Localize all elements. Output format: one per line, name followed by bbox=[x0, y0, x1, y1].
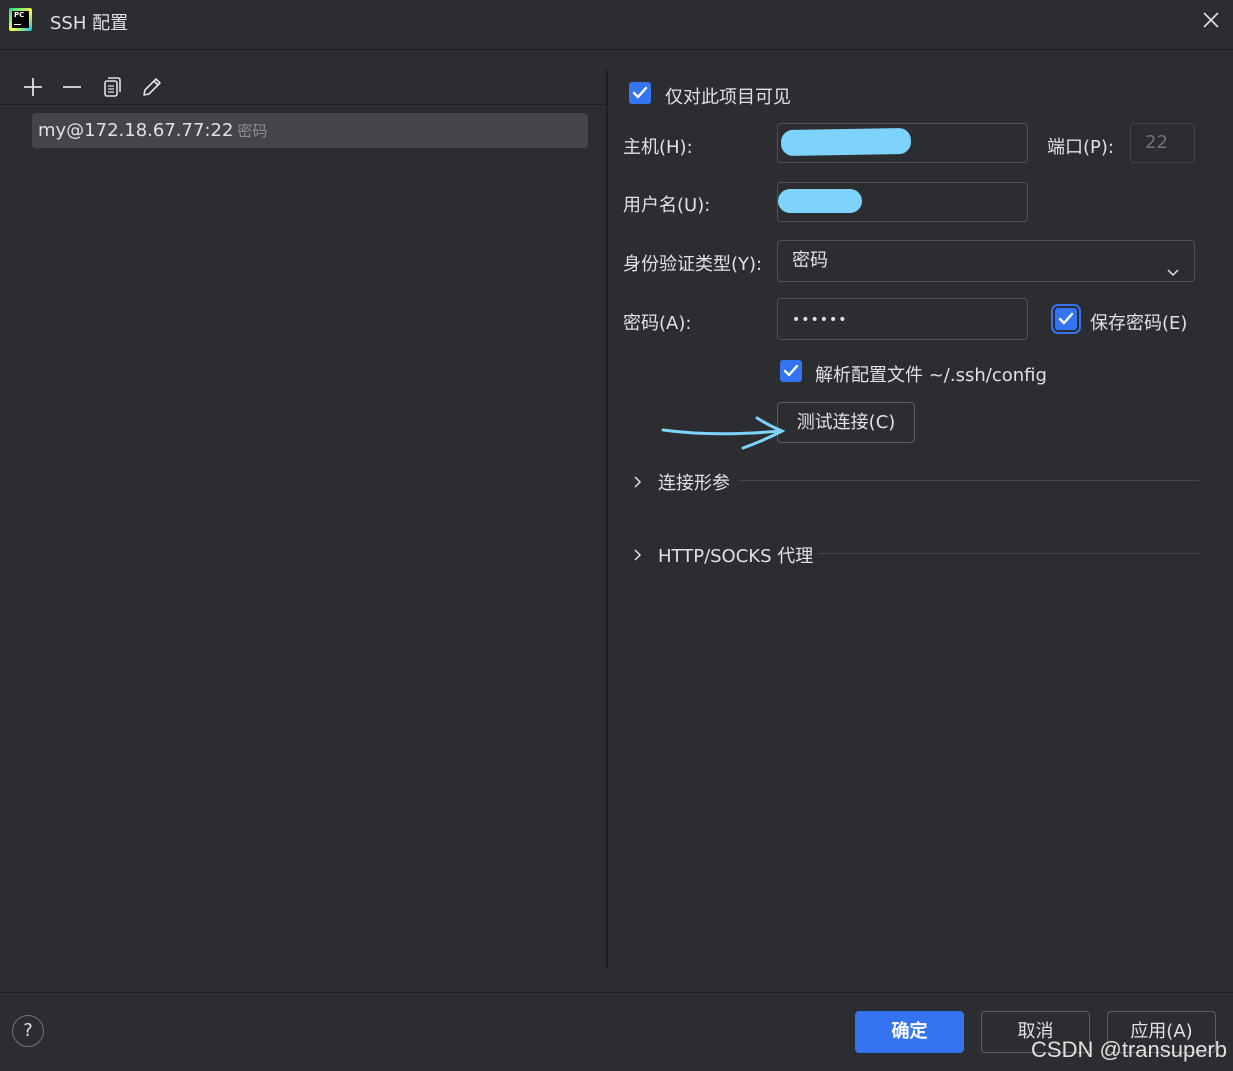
save-password-checkbox[interactable] bbox=[1055, 308, 1077, 330]
chevron-down-icon bbox=[1166, 254, 1180, 294]
port-label: 端口(P): bbox=[1047, 137, 1114, 158]
visible-only-label: 仅对此项目可见 bbox=[665, 87, 791, 108]
auth-type-value: 密码 bbox=[792, 250, 828, 271]
close-icon[interactable] bbox=[1201, 10, 1221, 30]
redacted-host bbox=[780, 127, 912, 157]
host-input[interactable] bbox=[777, 123, 1028, 163]
section-divider bbox=[818, 553, 1199, 554]
footer-divider bbox=[0, 992, 1233, 993]
proxy-title: HTTP/SOCKS 代理 bbox=[658, 546, 814, 567]
auth-type-select[interactable]: 密码 bbox=[777, 240, 1195, 282]
auth-type-label: 身份验证类型(Y): bbox=[623, 254, 763, 275]
parse-config-label: 解析配置文件 ~/.ssh/config bbox=[815, 365, 1047, 386]
annotation-arrow-icon bbox=[661, 416, 785, 450]
panel-divider[interactable] bbox=[606, 70, 608, 968]
redacted-username bbox=[778, 189, 862, 213]
list-item-auth-type: 密码 bbox=[237, 122, 268, 140]
test-connection-button[interactable]: 测试连接(C) bbox=[777, 402, 915, 443]
username-input[interactable] bbox=[777, 182, 1028, 222]
pencil-icon[interactable] bbox=[139, 74, 165, 100]
chevron-right-icon[interactable] bbox=[630, 473, 644, 494]
help-button[interactable]: ? bbox=[12, 1015, 44, 1047]
logo-text: PC bbox=[12, 11, 29, 28]
parse-config-checkbox[interactable] bbox=[780, 360, 802, 382]
visible-only-checkbox[interactable] bbox=[629, 82, 651, 104]
minus-icon[interactable] bbox=[59, 74, 85, 100]
port-input[interactable]: 22 bbox=[1130, 123, 1195, 163]
host-label: 主机(H): bbox=[623, 137, 693, 158]
ok-button[interactable]: 确定 bbox=[855, 1011, 964, 1053]
section-divider bbox=[738, 480, 1199, 481]
watermark-text: CSDN @transuperb bbox=[1031, 1037, 1227, 1062]
password-input[interactable]: •••••• bbox=[777, 298, 1028, 340]
save-password-label: 保存密码(E) bbox=[1090, 313, 1188, 334]
password-label: 密码(A): bbox=[623, 313, 692, 334]
list-item-host: my@172.18.67.77:22 bbox=[38, 120, 234, 141]
connection-params-title: 连接形参 bbox=[658, 473, 730, 494]
username-label: 用户名(U): bbox=[623, 195, 711, 216]
title-bar: PC SSH 配置 bbox=[0, 0, 1233, 50]
copy-icon[interactable] bbox=[99, 74, 125, 100]
pycharm-logo-icon: PC bbox=[9, 8, 32, 31]
window-title: SSH 配置 bbox=[50, 13, 129, 34]
plus-icon[interactable] bbox=[20, 74, 46, 100]
toolbar-divider bbox=[0, 104, 606, 105]
chevron-right-icon[interactable] bbox=[630, 546, 644, 567]
ssh-config-list-item[interactable]: my@172.18.67.77:22 密码 bbox=[32, 113, 588, 148]
password-value: •••••• bbox=[792, 312, 848, 328]
